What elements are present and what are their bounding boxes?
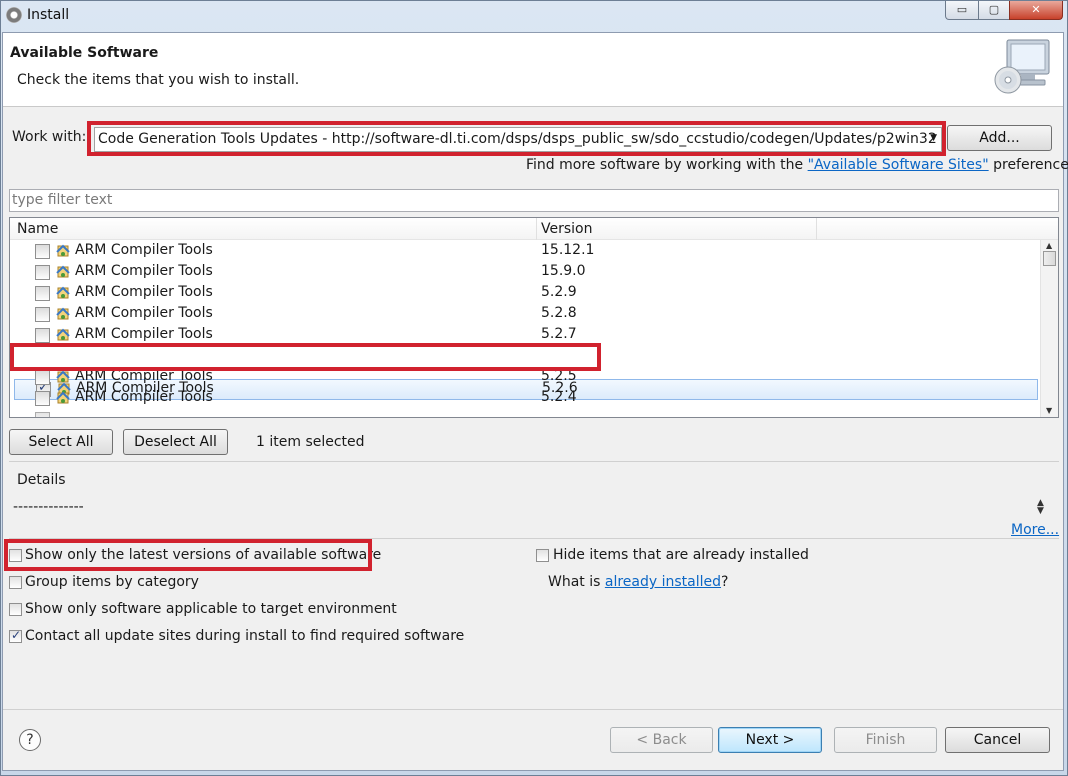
installable-unit-icon (56, 328, 70, 341)
row-checkbox[interactable] (35, 307, 50, 322)
row-checkbox[interactable] (35, 286, 50, 301)
installable-unit-icon (56, 286, 70, 299)
deselect-all-button[interactable]: Deselect All (123, 429, 228, 455)
more-link[interactable]: More... (1011, 522, 1059, 538)
work-with-combo[interactable]: Code Generation Tools Updates - http://s… (94, 127, 942, 152)
select-all-button[interactable]: Select All (9, 429, 113, 455)
page-description: Check the items that you wish to install… (17, 72, 300, 88)
scroll-thumb[interactable] (1043, 251, 1056, 266)
column-divider[interactable] (536, 218, 537, 240)
group-by-category-label[interactable]: Group items by category (25, 574, 199, 590)
chevron-down-icon[interactable]: ▼ (930, 133, 937, 143)
close-button[interactable]: ✕ (1009, 1, 1063, 20)
installable-unit-icon (56, 265, 70, 278)
find-more-text: Find more software by working with the "… (526, 157, 1068, 173)
divider (3, 709, 1063, 710)
contact-sites-label[interactable]: Contact all update sites during install … (25, 628, 464, 644)
divider (9, 461, 1059, 462)
what-is-installed-text: What is already installed? (548, 574, 728, 590)
cell-name: ARM Compiler Tools (75, 263, 213, 279)
cell-version: 5.2.7 (541, 326, 577, 342)
column-divider[interactable] (816, 218, 817, 240)
scroll-down-arrow-icon[interactable]: ▼ (1046, 406, 1052, 415)
details-scroll-icon[interactable]: ▲ ▼ (1037, 499, 1044, 516)
table-row[interactable]: ARM Compiler Tools 5.2.4 (10, 388, 1040, 409)
row-checkbox[interactable] (35, 412, 50, 417)
cell-name: ARM Compiler Tools (75, 326, 213, 342)
tree-scrollbar[interactable]: ▲ ▼ (1040, 240, 1058, 417)
page-title: Available Software (10, 45, 159, 61)
find-more-suffix: preferences. (993, 157, 1068, 173)
table-row[interactable]: ARM Compiler Tools 5.2.5 (10, 367, 1040, 388)
maximize-button[interactable]: ▢ (978, 1, 1010, 20)
filter-input[interactable]: type filter text (9, 189, 1059, 212)
cell-version: 5.2.4 (541, 389, 577, 405)
what-is-suffix: ? (721, 574, 729, 590)
cell-version: 5.2.5 (541, 368, 577, 384)
installable-unit-icon (56, 244, 70, 257)
table-row[interactable]: ARM Compiler Tools 5.2.7 (10, 325, 1040, 346)
row-checkbox[interactable] (35, 244, 50, 259)
eclipse-app-icon (6, 7, 22, 23)
details-label: Details (17, 472, 66, 488)
dialog-client-area: Available Software Check the items that … (2, 32, 1068, 771)
dialog-banner: Available Software Check the items that … (3, 33, 1063, 107)
hide-installed-checkbox[interactable] (536, 549, 549, 562)
available-software-sites-link[interactable]: "Available Software Sites" (808, 157, 989, 173)
cell-version: 15.9.0 (541, 263, 586, 279)
divider (9, 538, 1059, 539)
table-row[interactable]: ARM Compiler Tools 5.2.8 (10, 304, 1040, 325)
installable-unit-icon (56, 370, 70, 383)
table-row-partial[interactable] (10, 409, 1040, 417)
cell-name: ARM Compiler Tools (75, 305, 213, 321)
what-is-prefix: What is (548, 574, 605, 590)
cell-name: ARM Compiler Tools (75, 284, 213, 300)
hide-installed-label[interactable]: Hide items that are already installed (553, 547, 809, 563)
row-checkbox[interactable] (35, 391, 50, 406)
title-bar: Install ▭ ▢ ✕ (1, 1, 1067, 31)
group-by-category-checkbox[interactable] (9, 576, 22, 589)
row-checkbox[interactable] (35, 265, 50, 280)
contact-sites-checkbox[interactable] (9, 628, 22, 643)
target-env-checkbox[interactable] (9, 603, 22, 616)
row-checkbox[interactable] (35, 370, 50, 385)
latest-only-checkbox[interactable] (9, 549, 22, 562)
minimize-button[interactable]: ▭ (945, 1, 979, 20)
row-checkbox[interactable] (35, 328, 50, 343)
cell-version: 5.2.9 (541, 284, 577, 300)
scroll-up-arrow-icon[interactable]: ▲ (1046, 241, 1052, 250)
table-row[interactable]: ARM Compiler Tools 5.2.9 (10, 283, 1040, 304)
selection-status: 1 item selected (256, 434, 365, 450)
target-env-label[interactable]: Show only software applicable to target … (25, 601, 397, 617)
find-more-prefix: Find more software by working with the (526, 157, 808, 173)
cell-version: 5.2.8 (541, 305, 577, 321)
software-tree-table: Name Version ARM Compiler Tools 15.12.1 … (9, 217, 1059, 418)
table-header: Name Version (10, 218, 1058, 240)
cell-version: 15.12.1 (541, 242, 595, 258)
work-with-value: Code Generation Tools Updates - http://s… (98, 131, 937, 147)
already-installed-link[interactable]: already installed (605, 574, 721, 590)
cell-name: ARM Compiler Tools (75, 389, 213, 405)
cancel-button[interactable]: Cancel (945, 727, 1050, 753)
column-header-name[interactable]: Name (17, 221, 58, 237)
add-site-button[interactable]: Add... (947, 125, 1052, 151)
latest-only-label[interactable]: Show only the latest versions of availab… (25, 547, 381, 563)
details-text: -------------- (13, 499, 84, 515)
install-window: Install ▭ ▢ ✕ Available Software Check t… (0, 0, 1068, 776)
cell-name: ARM Compiler Tools (75, 242, 213, 258)
column-header-version[interactable]: Version (541, 221, 592, 237)
help-icon[interactable]: ? (19, 729, 41, 751)
next-button[interactable]: Next > (718, 727, 822, 753)
cell-name: ARM Compiler Tools (75, 368, 213, 384)
window-title: Install (27, 7, 70, 23)
back-button[interactable]: < Back (610, 727, 713, 753)
finish-button[interactable]: Finish (834, 727, 937, 753)
installable-unit-icon (56, 307, 70, 320)
table-row[interactable]: ARM Compiler Tools 15.9.0 (10, 262, 1040, 283)
work-with-label: Work with: (12, 129, 87, 145)
install-monitor-cd-icon (994, 39, 1050, 94)
table-row[interactable]: ARM Compiler Tools 15.12.1 (10, 241, 1040, 262)
installable-unit-icon (56, 391, 70, 404)
